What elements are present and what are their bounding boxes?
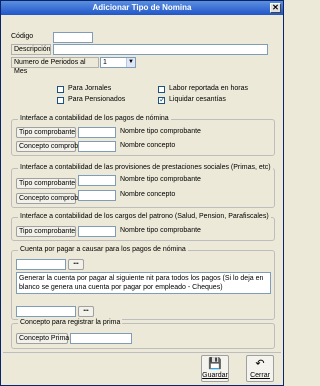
cuenta-lookup-button[interactable]: ••• (68, 259, 84, 270)
nombre-tipo-label-1: Nombre tipo comprobante (120, 128, 201, 135)
group-pagos-nomina-title: Interface a contabilidad de los pagos de… (18, 115, 171, 122)
concepto-comprobante-input-1[interactable] (78, 141, 116, 152)
check-jornales[interactable] (57, 86, 64, 93)
periodos-label: Numero de Periodos al Mes (11, 57, 99, 75)
nombre-concepto-label-1: Nombre concepto (120, 142, 176, 149)
footer-divider (3, 352, 281, 353)
codigo-input[interactable] (53, 32, 93, 43)
cuenta-input[interactable] (16, 259, 66, 270)
periodos-select[interactable]: 1 ▼ (100, 57, 136, 68)
group-cargos-patrono-title: Interface a contabilidad de los cargos d… (18, 213, 271, 220)
check-cesantias[interactable] (158, 95, 166, 104)
concepto-comprobante-button-2[interactable]: Concepto comprobante (16, 193, 92, 204)
dialog-window: Adicionar Tipo de Nomina ✕ Código Descri… (0, 0, 284, 386)
check-cesantias-label: Liquidar cesantías (169, 96, 226, 103)
group-cargos-patrono: Interface a contabilidad de los cargos d… (11, 213, 275, 241)
group-concepto-prima: Concepto para registrar la prima Concept… (11, 319, 275, 349)
dialog-client-area: Código Descripción Numero de Periodos al… (3, 16, 281, 384)
tipo-comprobante-input-2[interactable] (78, 175, 116, 186)
cuenta-note: Generar la cuenta por pagar al siguiente… (16, 272, 271, 294)
check-labor-horas-label: Labor reportada en horas (169, 85, 248, 92)
group-cuenta-por-pagar-title: Cuenta por pagar a causar para los pagos… (18, 246, 188, 253)
concepto-prima-input[interactable] (70, 333, 132, 344)
close-icon: ✕ (272, 3, 279, 12)
close-button[interactable]: ↶ Cerrar (246, 355, 274, 382)
group-pagos-nomina: Interface a contabilidad de los pagos de… (11, 115, 275, 156)
nombre-tipo-label-2: Nombre tipo comprobante (120, 176, 201, 183)
tipo-comprobante-button-3[interactable]: Tipo comprobante (16, 226, 76, 237)
descripcion-input[interactable] (53, 44, 268, 55)
periodos-value: 1 (103, 59, 107, 66)
title-bar: Adicionar Tipo de Nomina ✕ (1, 1, 283, 15)
tipo-comprobante-button-2[interactable]: Tipo comprobante (16, 178, 76, 189)
check-jornales-label: Para Jornales (68, 85, 112, 92)
tipo-comprobante-input-1[interactable] (78, 127, 116, 138)
check-pensionados[interactable] (57, 97, 64, 104)
chevron-down-icon: ▼ (126, 58, 135, 67)
check-labor-horas[interactable] (158, 86, 165, 93)
tipo-comprobante-input-3[interactable] (78, 226, 116, 237)
group-concepto-prima-title: Concepto para registrar la prima (18, 319, 123, 326)
tipo-comprobante-button-1[interactable]: Tipo comprobante (16, 127, 76, 138)
concepto-prima-button[interactable]: Concepto Prima (16, 333, 69, 344)
nit-lookup-button[interactable]: ••• (78, 306, 94, 317)
codigo-label: Código (11, 33, 34, 40)
window-title: Adicionar Tipo de Nomina (92, 3, 192, 12)
save-icon: 💾 (208, 358, 222, 370)
check-pensionados-label: Para Pensionados (68, 96, 126, 103)
nombre-tipo-label-3: Nombre tipo comprobante (120, 227, 201, 234)
concepto-comprobante-input-2[interactable] (78, 190, 116, 201)
group-cuenta-por-pagar: Cuenta por pagar a causar para los pagos… (11, 246, 275, 320)
nombre-concepto-label-2: Nombre concepto (120, 191, 176, 198)
undo-icon: ↶ (255, 358, 265, 370)
close-window-button[interactable]: ✕ (270, 3, 281, 13)
nit-input[interactable] (16, 306, 76, 317)
group-provisiones: Interface a contabilidad de las provisio… (11, 164, 275, 208)
save-label: Guardar (202, 372, 228, 379)
group-provisiones-title: Interface a contabilidad de las provisio… (18, 164, 273, 171)
concepto-comprobante-button-1[interactable]: Concepto comprobante (16, 141, 92, 152)
save-button[interactable]: 💾 Guardar (201, 355, 229, 382)
descripcion-label: Descripción (11, 44, 51, 55)
close-label: Cerrar (250, 372, 270, 379)
